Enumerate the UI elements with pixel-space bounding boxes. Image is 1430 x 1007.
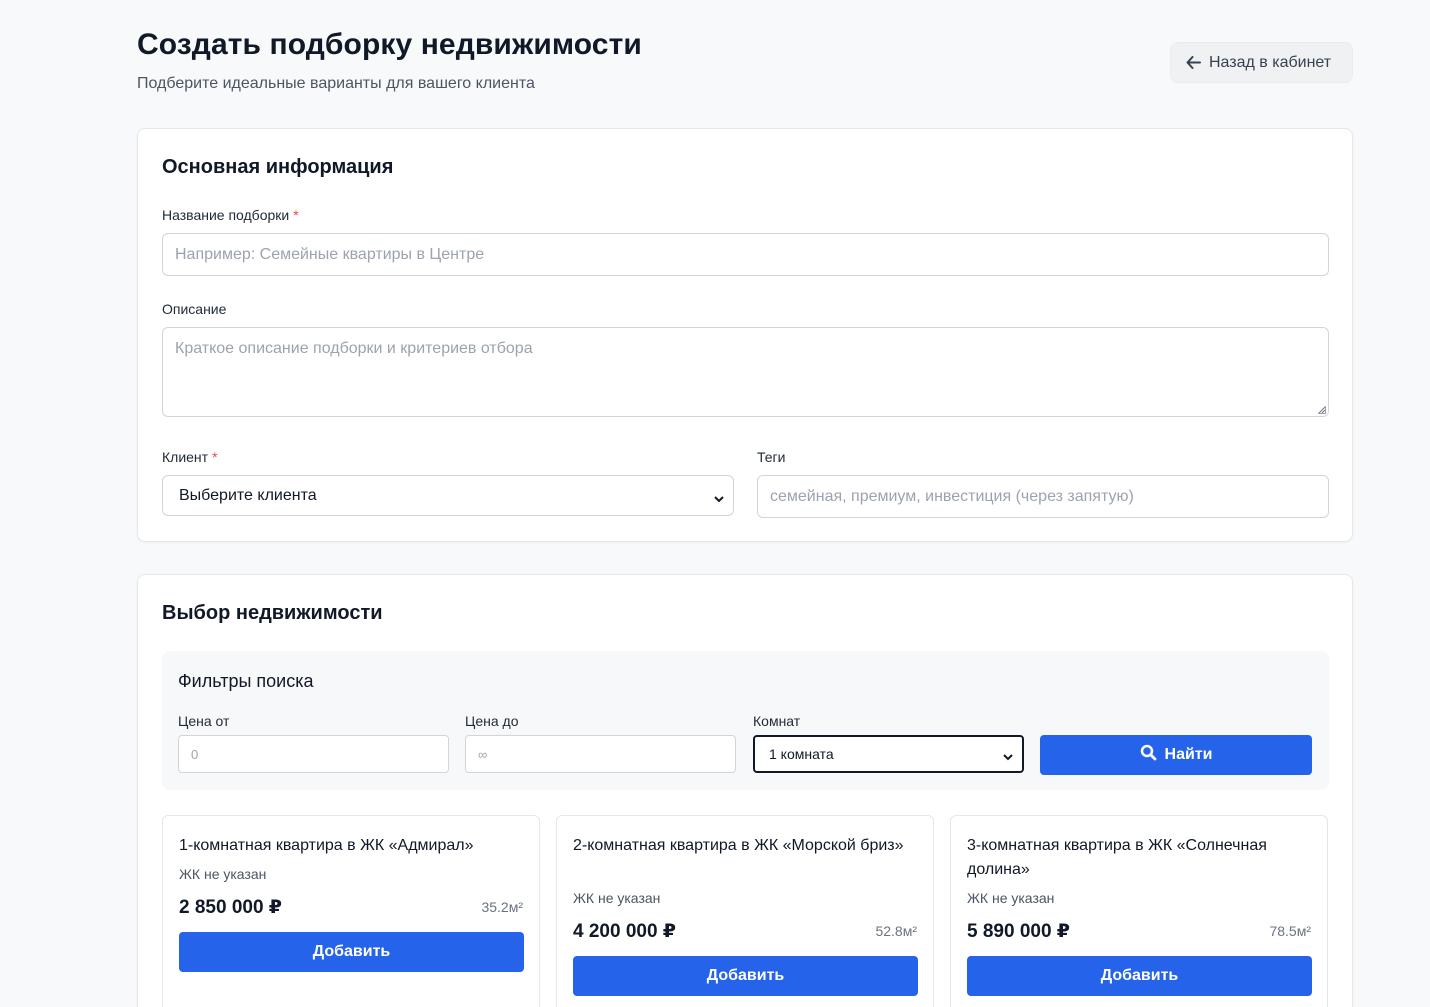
add-property-button[interactable]: Добавить (179, 932, 524, 972)
property-complex: ЖК не указан (967, 890, 1055, 906)
name-input[interactable]: Например: Семейные квартиры в Центре (162, 233, 1329, 276)
property-area: 52.8м² (875, 923, 917, 939)
client-select[interactable]: Выберите клиента (162, 475, 734, 516)
property-title: 2-комнатная квартира в ЖК «Морской бриз» (573, 837, 904, 854)
search-filters-panel: Фильтры поиска Цена от 0 Цена до ∞ Комна… (162, 651, 1329, 790)
required-mark: * (293, 207, 299, 223)
arrow-left-icon (1186, 56, 1201, 69)
property-complex: ЖК не указан (179, 866, 267, 882)
property-title: 3-комнатная квартира в ЖК «Солнечная дол… (967, 837, 1267, 878)
chevron-down-icon (1002, 749, 1014, 765)
back-button-label: Назад в кабинет (1209, 53, 1332, 71)
page-subtitle: Подберите идеальные варианты для вашего … (137, 75, 535, 92)
description-textarea[interactable]: Краткое описание подборки и критериев от… (162, 327, 1329, 417)
property-selection-card: Выбор недвижимости Фильтры поиска Цена о… (137, 574, 1353, 1007)
price-to-input[interactable]: ∞ (465, 735, 736, 773)
basic-info-title: Основная информация (162, 156, 394, 178)
filters-title: Фильтры поиска (178, 671, 314, 691)
tags-input[interactable]: семейная, премиум, инвестиция (через зап… (757, 475, 1329, 518)
property-area: 35.2м² (481, 899, 523, 915)
property-price: 5 890 000 ₽ (967, 921, 1071, 942)
client-label: Клиент * (162, 449, 218, 465)
name-label: Название подборки * (162, 207, 299, 223)
tags-label: Теги (757, 449, 786, 465)
rooms-label: Комнат (753, 713, 801, 729)
add-property-button[interactable]: Добавить (967, 956, 1312, 996)
chevron-down-icon (713, 491, 725, 509)
price-from-input[interactable]: 0 (178, 735, 449, 773)
property-area: 78.5м² (1269, 923, 1311, 939)
rooms-select[interactable]: 1 комната (753, 735, 1024, 773)
find-button[interactable]: Найти (1040, 735, 1312, 775)
property-card: 2-комнатная квартира в ЖК «Морской бриз»… (556, 815, 934, 1007)
property-price: 2 850 000 ₽ (179, 897, 283, 918)
description-label: Описание (162, 301, 227, 317)
page-title: Создать подборку недвижимости (137, 28, 642, 61)
property-card: 1-комнатная квартира в ЖК «Адмирал» ЖК н… (162, 815, 540, 1007)
basic-info-card: Основная информация Название подборки * Н… (137, 128, 1353, 542)
property-selection-title: Выбор недвижимости (162, 602, 383, 624)
resize-handle[interactable] (1318, 406, 1326, 414)
property-card: 3-комнатная квартира в ЖК «Солнечная дол… (950, 815, 1328, 1007)
property-title: 1-комнатная квартира в ЖК «Адмирал» (179, 837, 474, 854)
price-to-label: Цена до (465, 713, 519, 729)
property-price: 4 200 000 ₽ (573, 921, 677, 942)
add-property-button[interactable]: Добавить (573, 956, 918, 996)
search-icon (1140, 744, 1157, 766)
back-to-cabinet-button[interactable]: Назад в кабинет (1170, 42, 1353, 83)
property-complex: ЖК не указан (573, 890, 661, 906)
price-from-label: Цена от (178, 713, 230, 729)
